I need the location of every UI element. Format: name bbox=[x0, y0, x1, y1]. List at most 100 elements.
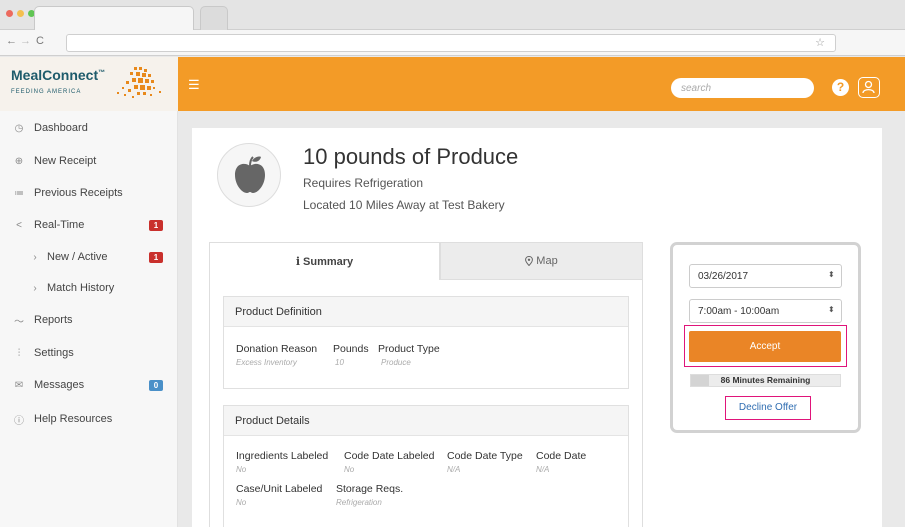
decline-offer-link[interactable]: Decline Offer bbox=[725, 396, 811, 420]
sidebar-item-label: New Receipt bbox=[34, 155, 97, 167]
sliders-icon: ⫶ bbox=[17, 347, 21, 359]
field-value: Produce bbox=[381, 358, 411, 367]
field-label: Ingredients Labeled bbox=[236, 450, 329, 462]
tab-map[interactable]: Map bbox=[440, 242, 643, 280]
sidebar-item-label: Messages bbox=[34, 379, 85, 391]
info-icon: i bbox=[295, 255, 301, 268]
chart-icon: 〜 bbox=[14, 316, 24, 328]
share-icon: < bbox=[16, 219, 22, 231]
sidebar-item-match-history[interactable]: › Match History bbox=[0, 273, 178, 303]
sidebar-item-new-receipt[interactable]: ⊕ New Receipt bbox=[0, 146, 178, 176]
envelope-icon: ✉ bbox=[14, 379, 24, 391]
accept-button[interactable]: Accept bbox=[689, 331, 841, 362]
messages-badge: 0 bbox=[149, 379, 163, 391]
sidebar-item-previous-receipts[interactable]: ≔ Previous Receipts bbox=[0, 178, 178, 208]
address-bar[interactable]: ☆ bbox=[66, 34, 836, 52]
field-label: Code Date bbox=[536, 450, 587, 462]
panel-header: Product Definition bbox=[224, 297, 628, 327]
code-date-field: Code Date N/A bbox=[536, 450, 586, 474]
sidebar: ◷ Dashboard ⊕ New Receipt ≔ Previous Rec… bbox=[0, 111, 178, 527]
sidebar-item-label: Real-Time bbox=[34, 219, 85, 231]
apple-icon bbox=[235, 156, 265, 193]
sidebar-item-label: Help Resources bbox=[34, 413, 113, 425]
field-value: No bbox=[236, 465, 247, 474]
code-date-labeled-field: Code Date Labeled No bbox=[344, 450, 435, 474]
reload-icon[interactable]: C bbox=[36, 35, 44, 47]
pickup-date-select[interactable]: 03/26/2017 bbox=[689, 264, 842, 288]
help-circle-icon: ⓘ bbox=[14, 415, 24, 427]
donation-reason-field: Donation Reason Excess Inventory bbox=[236, 343, 317, 367]
field-label: Case/Unit Labeled bbox=[236, 483, 323, 495]
browser-tab-active[interactable] bbox=[34, 6, 194, 30]
storage-reqs-field: Storage Reqs. Refrigeration bbox=[336, 483, 403, 507]
sidebar-item-dashboard[interactable]: ◷ Dashboard bbox=[0, 113, 178, 143]
field-value: No bbox=[344, 465, 355, 474]
product-location: Located 10 Miles Away at Test Bakery bbox=[303, 198, 505, 212]
field-label: Product Type bbox=[378, 343, 440, 355]
forward-arrow-icon[interactable]: → bbox=[20, 35, 31, 47]
chevron-right-icon: › bbox=[33, 251, 37, 263]
panel-header: Product Details bbox=[224, 406, 628, 436]
map-pin-icon bbox=[525, 256, 534, 266]
field-value: Excess Inventory bbox=[236, 358, 297, 367]
minimize-window-icon[interactable] bbox=[17, 10, 24, 17]
close-window-icon[interactable] bbox=[6, 10, 13, 17]
browser-address-row: ← → C ☆ bbox=[0, 30, 905, 56]
help-icon[interactable]: ? bbox=[832, 79, 849, 96]
sidebar-item-settings[interactable]: ⫶ Settings bbox=[0, 338, 178, 368]
field-value: N/A bbox=[536, 465, 550, 474]
product-details-panel: Product Details Ingredients Labeled No C… bbox=[223, 405, 629, 527]
product-title: 10 pounds of Produce bbox=[303, 144, 519, 169]
bookmark-star-icon[interactable]: ☆ bbox=[815, 36, 825, 49]
sidebar-item-reports[interactable]: 〜 Reports bbox=[0, 305, 178, 335]
logo-text: MealConnect™ bbox=[11, 67, 106, 83]
product-type-field: Product Type Produce bbox=[378, 343, 440, 367]
tab-map-label: Map bbox=[536, 255, 558, 267]
pickup-time-select[interactable]: 7:00am - 10:00am bbox=[689, 299, 842, 323]
ingredients-labeled-field: Ingredients Labeled No bbox=[236, 450, 328, 474]
app-header: MealConnect™ FEEDING AMERICA ☰ ? bbox=[0, 57, 905, 111]
browser-new-tab[interactable] bbox=[200, 6, 228, 30]
back-arrow-icon[interactable]: ← bbox=[6, 35, 17, 47]
sidebar-item-messages[interactable]: ✉ Messages 0 bbox=[0, 370, 178, 400]
case-unit-labeled-field: Case/Unit Labeled No bbox=[236, 483, 322, 507]
detail-tabs: i Summary Map bbox=[209, 242, 643, 280]
product-avatar bbox=[217, 143, 281, 207]
sidebar-item-label: Reports bbox=[34, 314, 73, 326]
time-remaining-bar: 86 Minutes Remaining bbox=[690, 374, 841, 387]
hamburger-menu-icon[interactable]: ☰ bbox=[188, 77, 200, 93]
sidebar-item-label: Match History bbox=[47, 282, 115, 294]
dashboard-icon: ◷ bbox=[14, 122, 24, 134]
time-remaining-text: 86 Minutes Remaining bbox=[720, 375, 811, 385]
chevron-right-icon: › bbox=[33, 282, 37, 294]
real-time-badge: 1 bbox=[149, 219, 163, 231]
tab-summary[interactable]: i Summary bbox=[209, 242, 440, 280]
field-value: N/A bbox=[447, 465, 461, 474]
list-icon: ≔ bbox=[14, 187, 24, 199]
field-label: Pounds bbox=[333, 343, 369, 355]
pounds-field: Pounds 10 bbox=[333, 343, 369, 367]
new-receipt-icon: ⊕ bbox=[14, 155, 24, 167]
field-label: Donation Reason bbox=[236, 343, 318, 355]
logo[interactable]: MealConnect™ FEEDING AMERICA bbox=[0, 57, 178, 111]
field-label: Code Date Type bbox=[447, 450, 523, 462]
sidebar-item-real-time[interactable]: < Real-Time 1 bbox=[0, 210, 178, 240]
browser-tab-bar bbox=[0, 0, 905, 30]
user-profile-icon[interactable] bbox=[858, 77, 880, 98]
field-value: Refrigeration bbox=[336, 498, 382, 507]
field-label: Storage Reqs. bbox=[336, 483, 404, 495]
sidebar-item-label: New / Active bbox=[47, 251, 108, 263]
sidebar-item-label: Previous Receipts bbox=[34, 187, 123, 199]
field-value: 10 bbox=[335, 358, 344, 367]
sidebar-item-new-active[interactable]: › New / Active 1 bbox=[0, 242, 178, 272]
field-label: Code Date Labeled bbox=[344, 450, 435, 462]
product-definition-panel: Product Definition Donation Reason Exces… bbox=[223, 296, 629, 389]
sidebar-item-help-resources[interactable]: ⓘ Help Resources bbox=[0, 404, 178, 434]
search-input[interactable] bbox=[671, 78, 814, 98]
sidebar-item-label: Dashboard bbox=[34, 122, 88, 134]
tab-summary-label: Summary bbox=[303, 255, 354, 268]
logo-subtitle: FEEDING AMERICA bbox=[11, 89, 82, 95]
code-date-type-field: Code Date Type N/A bbox=[447, 450, 523, 474]
logo-mosaic-icon bbox=[117, 67, 161, 98]
refrigeration-requirement: Requires Refrigeration bbox=[303, 176, 424, 190]
